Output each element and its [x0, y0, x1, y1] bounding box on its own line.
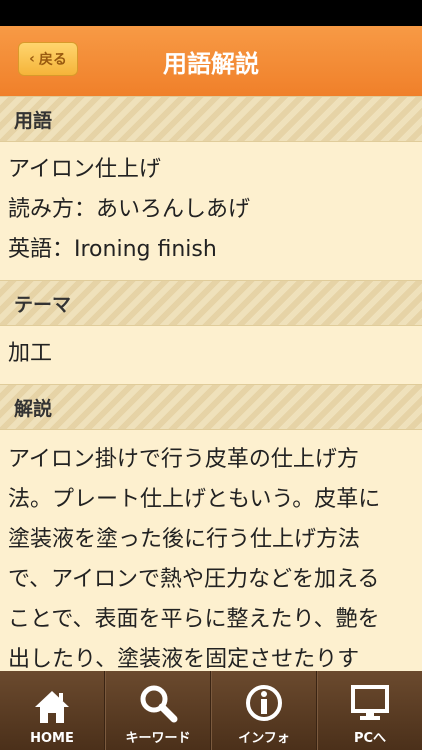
- chevron-left-icon: ‹: [29, 51, 35, 67]
- term-english: 英語：Ironing finish: [8, 237, 217, 262]
- section-body-description: アイロン掛けで行う皮革の仕上げ方 法。プレート仕上げともいう。皮革に 塗装液を塗…: [0, 430, 422, 671]
- info-icon: [246, 685, 282, 721]
- status-bar: [0, 0, 422, 26]
- description-line: で、アイロンで熱や圧力などを加える: [8, 567, 380, 592]
- back-button-label: 戻る: [38, 52, 67, 68]
- description-line: アイロン掛けで行う皮革の仕上げ方: [8, 447, 359, 472]
- description-line: 出したり、塗装液を固定させたりす: [8, 647, 360, 671]
- home-icon: [35, 691, 69, 723]
- theme-value: 加工: [8, 341, 53, 366]
- description-line: ことで、表面を平らに整えたり、艶を: [8, 607, 380, 632]
- section-header-term: 用語: [0, 96, 422, 142]
- description-line: 法。プレート仕上げともいう。皮革に: [8, 487, 381, 512]
- nav-header: ‹ 戻る 用語解説: [0, 26, 422, 96]
- section-body-term: アイロン仕上げ 読み方：あいろんしあげ 英語：Ironing finish: [0, 142, 422, 280]
- tab-bar: HOME キーワード インフォ PCへ: [0, 671, 422, 750]
- tab-pc[interactable]: PCへ: [317, 671, 422, 750]
- description-line: 塗装液を塗った後に行う仕上げ方法: [8, 527, 361, 552]
- tab-pc-label: PCへ: [353, 731, 387, 746]
- monitor-icon: [351, 685, 389, 720]
- tab-keyword-label: キーワード: [125, 731, 191, 746]
- section-header-description: 解説: [0, 384, 422, 430]
- content-scroll[interactable]: 用語 アイロン仕上げ 読み方：あいろんしあげ 英語：Ironing finish…: [0, 96, 422, 671]
- section-body-theme: 加工: [0, 326, 422, 384]
- tab-info[interactable]: インフォ: [211, 671, 317, 750]
- term-name: アイロン仕上げ: [8, 157, 161, 182]
- tab-info-label: インフォ: [238, 731, 290, 746]
- section-header-theme: テーマ: [0, 280, 422, 326]
- tab-keyword[interactable]: キーワード: [105, 671, 211, 750]
- back-button[interactable]: ‹ 戻る: [18, 42, 78, 76]
- search-icon: [140, 685, 178, 723]
- tab-home[interactable]: HOME: [0, 671, 105, 750]
- page-title: 用語解説: [163, 49, 259, 78]
- term-reading: 読み方：あいろんしあげ: [8, 197, 251, 222]
- tab-home-label: HOME: [30, 731, 74, 746]
